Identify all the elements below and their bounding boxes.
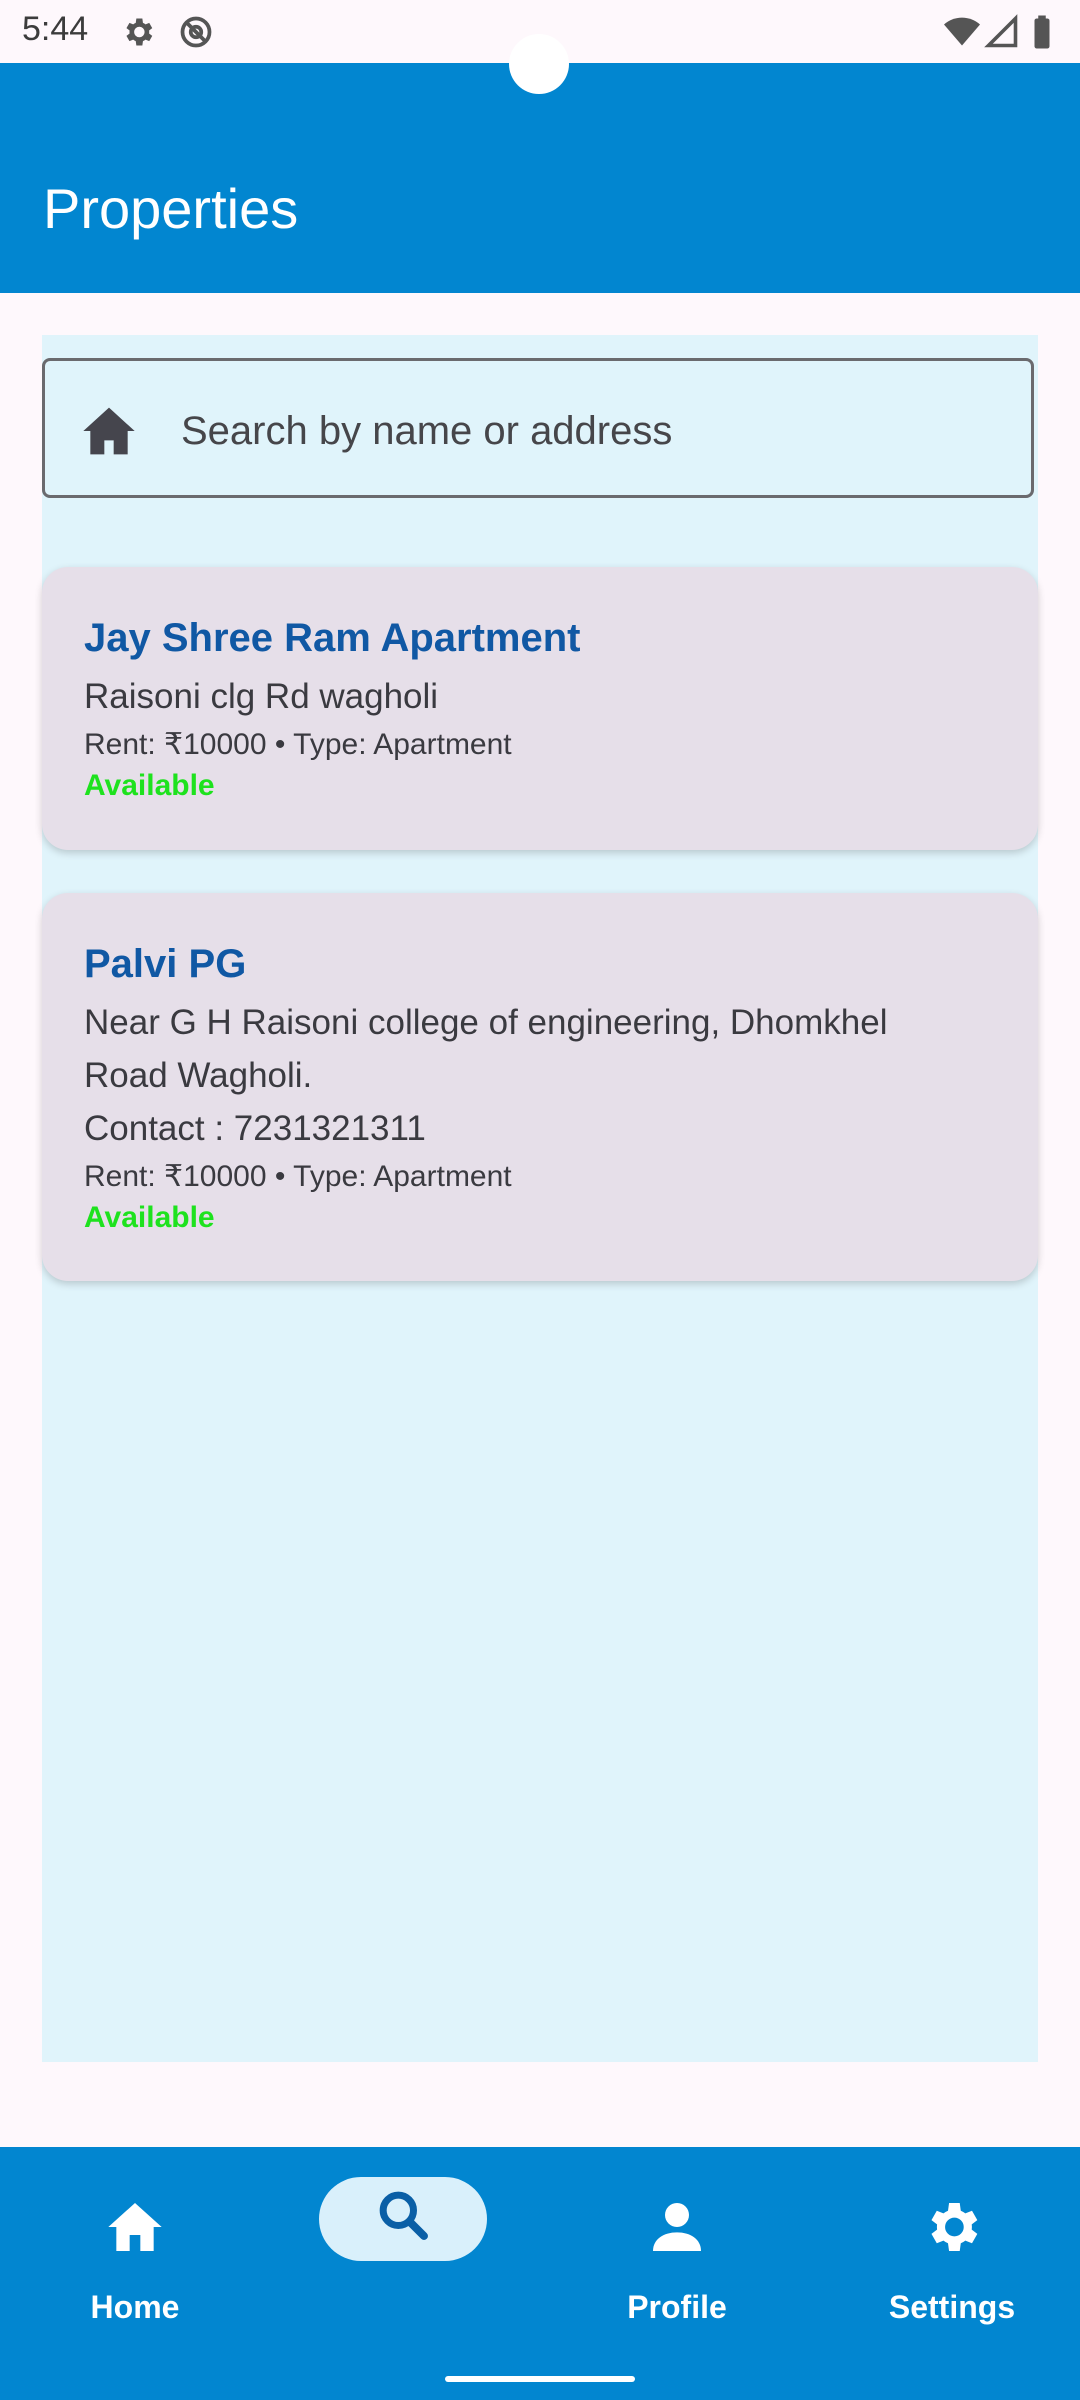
person-icon	[653, 2203, 701, 2251]
nav-item-settings[interactable]: Settings	[817, 2147, 1080, 2347]
property-address: Raisoni clg Rd wagholi	[84, 677, 439, 716]
property-contact: Contact : 7231321311	[84, 1109, 426, 1148]
property-name: Palvi PG	[84, 942, 247, 986]
property-address-line-1: Near G H Raisoni college of engineering,…	[84, 1003, 888, 1042]
nav-label-settings: Settings	[888, 2289, 1016, 2325]
bottom-navigation: Home Profile Settings	[0, 2147, 1080, 2400]
search-placeholder: Search by name or address	[181, 409, 673, 453]
property-card[interactable]: Jay Shree Ram Apartment Raisoni clg Rd w…	[42, 567, 1038, 850]
nav-label-home: Home	[90, 2289, 180, 2325]
app-bar: Properties	[0, 63, 1080, 293]
home-icon	[83, 407, 135, 455]
property-card[interactable]: Palvi PG Near G H Raisoni college of eng…	[42, 893, 1038, 1281]
property-name: Jay Shree Ram Apartment	[84, 616, 581, 660]
signal-icon	[984, 14, 1018, 48]
battery-icon	[1034, 15, 1050, 49]
home-icon	[108, 2203, 162, 2251]
property-meta: Rent: ₹10000 • Type: Apartment	[84, 728, 512, 761]
gesture-home-indicator[interactable]	[445, 2376, 635, 2382]
nav-item-profile[interactable]: Profile	[542, 2147, 812, 2347]
status-badge: Available	[84, 769, 215, 802]
nav-label-profile: Profile	[627, 2289, 727, 2325]
wifi-icon	[944, 17, 980, 46]
page-title: Properties	[43, 177, 299, 240]
property-address-line-2: Road Wagholi.	[84, 1056, 313, 1095]
property-meta: Rent: ₹10000 • Type: Apartment	[84, 1160, 512, 1193]
search-icon	[379, 2191, 428, 2240]
status-time: 5:44	[22, 10, 89, 48]
gear-icon	[126, 18, 153, 46]
nav-item-home[interactable]: Home	[0, 2147, 270, 2347]
camera-cutout	[509, 34, 569, 94]
gear-icon	[931, 2203, 978, 2251]
do-not-disturb-icon	[180, 16, 212, 48]
nav-item-search[interactable]	[268, 2147, 538, 2347]
status-badge: Available	[84, 1201, 215, 1234]
search-input[interactable]: Search by name or address	[42, 358, 1034, 498]
